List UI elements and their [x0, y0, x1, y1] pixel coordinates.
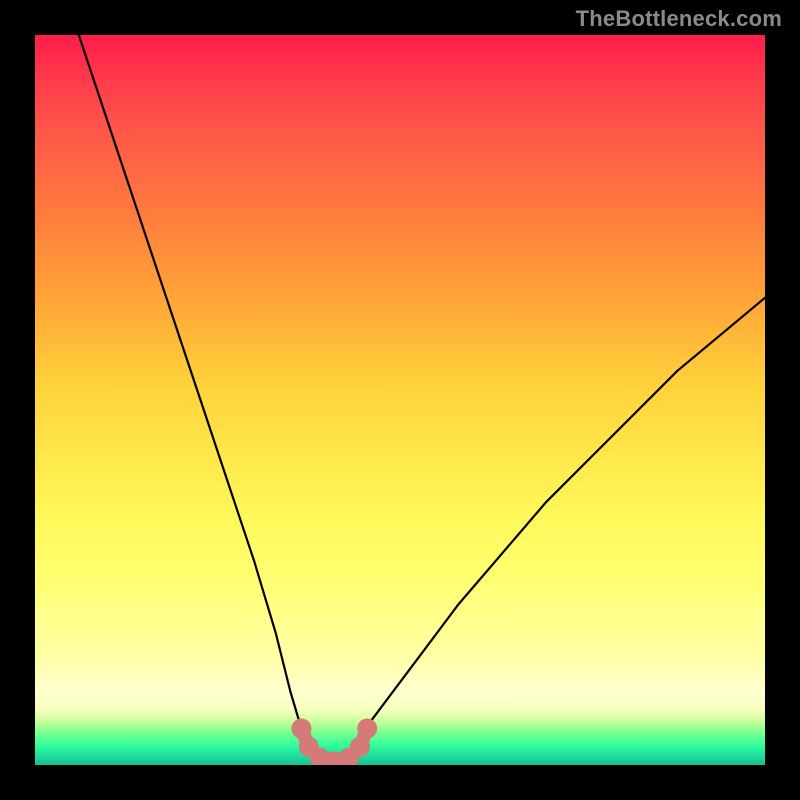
- trough-marker-dot: [350, 737, 370, 757]
- trough-marker-dot: [291, 719, 311, 739]
- plot-area: [35, 35, 765, 765]
- trough-markers: [35, 35, 765, 765]
- watermark-text: TheBottleneck.com: [576, 6, 782, 32]
- trough-marker-dot: [357, 719, 377, 739]
- chart-frame: TheBottleneck.com: [0, 0, 800, 800]
